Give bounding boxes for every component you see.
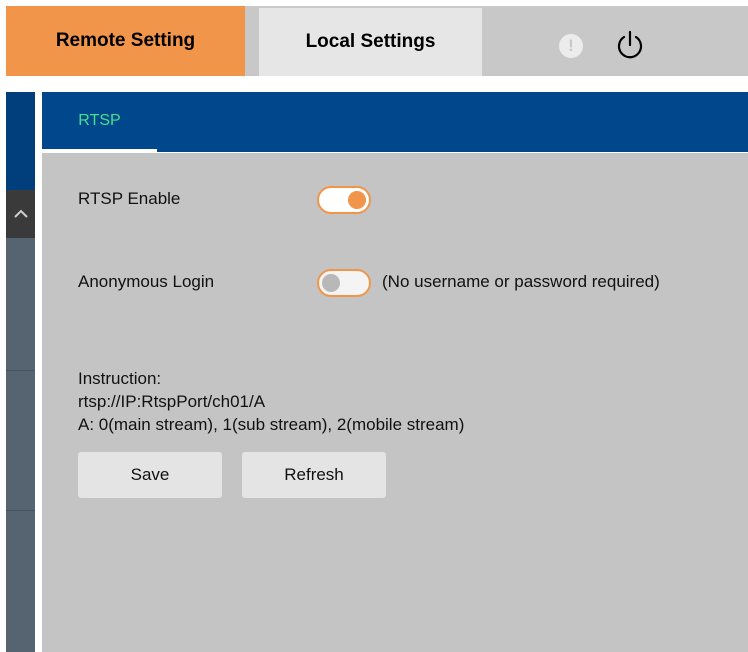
divider <box>6 370 35 371</box>
scroll-up-button[interactable] <box>6 190 35 238</box>
alert-icon[interactable]: ! <box>559 34 583 58</box>
refresh-button[interactable]: Refresh <box>242 452 386 498</box>
tab-rtsp[interactable]: RTSP <box>42 92 157 152</box>
divider <box>6 510 35 511</box>
rtsp-enable-label: RTSP Enable <box>78 189 181 208</box>
section-header: RTSP <box>42 92 748 152</box>
anonymous-login-note: (No username or password required) <box>382 272 660 291</box>
tab-local-settings[interactable]: Local Settings <box>259 8 482 76</box>
rtsp-settings-panel: RTSP Enable Anonymous Login (No username… <box>42 153 748 652</box>
sidebar <box>6 92 35 652</box>
save-button[interactable]: Save <box>78 452 222 498</box>
toggle-knob <box>322 274 340 292</box>
chevron-up-icon <box>13 209 28 218</box>
tab-remote-setting[interactable]: Remote Setting <box>6 6 245 76</box>
rtsp-enable-toggle[interactable] <box>317 186 371 214</box>
anonymous-login-label: Anonymous Login <box>78 272 215 291</box>
toggle-knob <box>348 191 366 209</box>
sidebar-scroll-track[interactable] <box>6 190 35 652</box>
top-bar: Remote Setting Local Settings ! <box>6 6 748 76</box>
power-icon[interactable] <box>613 28 647 62</box>
instruction-heading: Instruction: <box>78 369 162 388</box>
instruction-stream-legend: A: 0(main stream), 1(sub stream), 2(mobi… <box>78 415 465 434</box>
anonymous-login-toggle[interactable] <box>317 269 371 297</box>
instruction-url-format: rtsp://IP:RtspPort/ch01/A <box>78 392 266 411</box>
